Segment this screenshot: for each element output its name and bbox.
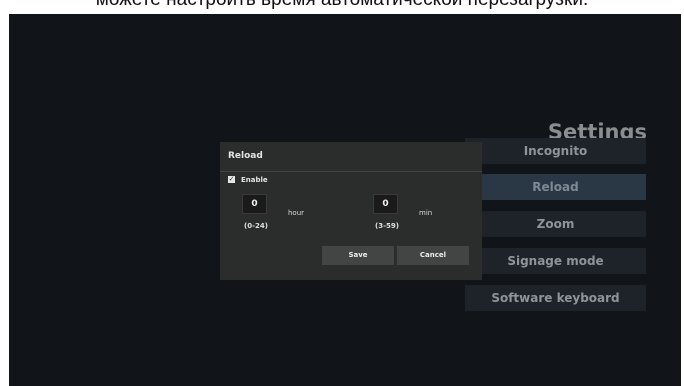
menu-item-incognito[interactable]: Incognito — [465, 138, 646, 164]
dialog-divider — [220, 171, 482, 172]
enable-label: Enable — [241, 176, 268, 184]
menu-item-signage-mode[interactable]: Signage mode — [465, 248, 646, 274]
hour-range-label: (0-24) — [244, 222, 268, 230]
checkmark-icon: ✓ — [228, 175, 235, 183]
hour-input[interactable]: 0 — [242, 194, 267, 214]
minute-range-label: (3-59) — [375, 222, 399, 230]
menu-item-reload[interactable]: Reload — [465, 174, 646, 200]
settings-screen: Settings Incognito Reload Zoom Signage m… — [9, 14, 681, 386]
menu-item-software-keyboard[interactable]: Software keyboard — [465, 285, 646, 311]
instruction-caption: можете настроить время автоматической пе… — [0, 0, 684, 14]
minute-input[interactable]: 0 — [373, 194, 398, 214]
reload-dialog: Reload ✓ Enable 0 hour (0-24) 0 min (3-5… — [220, 142, 482, 280]
enable-checkbox[interactable]: ✓ — [228, 176, 235, 183]
hour-unit-label: hour — [288, 209, 305, 217]
save-button[interactable]: Save — [322, 246, 394, 265]
dialog-title: Reload — [228, 151, 263, 161]
menu-item-zoom[interactable]: Zoom — [465, 211, 646, 237]
cancel-button[interactable]: Cancel — [397, 246, 469, 265]
minute-unit-label: min — [419, 209, 433, 217]
